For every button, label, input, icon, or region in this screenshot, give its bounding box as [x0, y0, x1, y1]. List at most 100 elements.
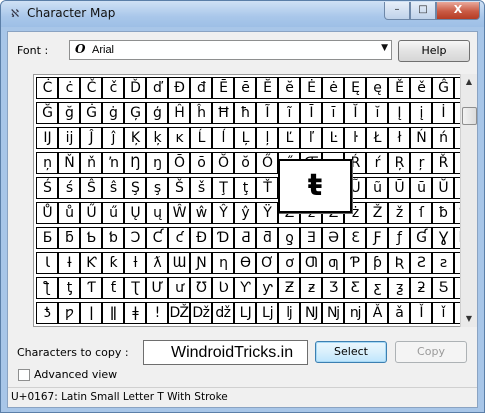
character-cell[interactable]: Ė	[300, 77, 322, 99]
character-cell[interactable]: Ǝ	[300, 227, 322, 249]
character-cell[interactable]: ƙ	[102, 252, 124, 274]
character-cell[interactable]: ű	[102, 202, 124, 224]
charmap-icon[interactable]: ℵ	[8, 7, 22, 21]
character-cell[interactable]: Ƹ	[344, 277, 366, 299]
character-cell[interactable]: ƒ	[388, 227, 410, 249]
character-cell[interactable]: ŷ	[234, 202, 256, 224]
character-cell[interactable]: Ō	[168, 152, 190, 174]
character-cell[interactable]: ǋ	[322, 302, 344, 324]
character-cell[interactable]: Ů	[36, 202, 58, 224]
character-cell[interactable]: Ď	[124, 77, 146, 99]
character-cell[interactable]: Ē	[212, 77, 234, 99]
character-cell[interactable]: ŕ	[366, 152, 388, 174]
character-cell[interactable]: Ɔ	[124, 227, 146, 249]
character-cell[interactable]: ŗ	[410, 152, 432, 174]
character-cell[interactable]: Ƭ	[80, 277, 102, 299]
character-cell[interactable]: Ě	[388, 77, 410, 99]
character-cell[interactable]: ę	[366, 77, 388, 99]
character-cell[interactable]: Ę	[344, 77, 366, 99]
character-cell[interactable]: ĳ	[58, 127, 80, 149]
character-cell[interactable]: Ŀ	[322, 127, 344, 149]
character-cell[interactable]: ľ	[300, 127, 322, 149]
character-cell[interactable]: ū	[410, 177, 432, 199]
character-cell[interactable]: ų	[146, 202, 168, 224]
character-cell[interactable]: ė	[322, 77, 344, 99]
character-cell[interactable]: Ǐ	[410, 302, 432, 324]
character-cell[interactable]: ō	[190, 152, 212, 174]
character-cell[interactable]: Ʀ	[388, 252, 410, 274]
character-cell[interactable]: ơ	[278, 252, 300, 274]
character-cell[interactable]: ů	[58, 202, 80, 224]
character-cell[interactable]: Ş	[124, 177, 146, 199]
character-cell[interactable]: ǈ	[256, 302, 278, 324]
character-cell[interactable]: ƨ	[432, 252, 454, 274]
character-cell[interactable]: Ŗ	[388, 152, 410, 174]
character-cell[interactable]: Ʋ	[212, 277, 234, 299]
character-cell[interactable]: ģ	[146, 102, 168, 124]
character-cell[interactable]: Ċ	[36, 77, 58, 99]
character-cell[interactable]: Ŝ	[80, 177, 102, 199]
character-cell[interactable]: Ƃ	[36, 227, 58, 249]
scroll-down-arrow-icon[interactable]: ▼	[461, 311, 477, 327]
character-cell[interactable]: đ	[190, 77, 212, 99]
character-cell[interactable]: Ƌ	[234, 227, 256, 249]
character-cell[interactable]: Ŵ	[168, 202, 190, 224]
character-cell[interactable]: Ĩ	[256, 102, 278, 124]
character-cell[interactable]: ƞ	[212, 252, 234, 274]
character-cell[interactable]: ţ	[234, 177, 256, 199]
character-cell[interactable]: š	[190, 177, 212, 199]
character-cell[interactable]: ƥ	[366, 252, 388, 274]
character-cell[interactable]: ǉ	[278, 302, 300, 324]
character-cell[interactable]: ƭ	[102, 277, 124, 299]
character-cell[interactable]: į	[410, 102, 432, 124]
character-cell[interactable]: ł	[388, 127, 410, 149]
character-cell[interactable]: ċ	[58, 77, 80, 99]
character-cell[interactable]: Ƥ	[344, 252, 366, 274]
character-cell[interactable]: Ư	[146, 277, 168, 299]
character-cell[interactable]: ƃ	[58, 227, 80, 249]
character-cell[interactable]: Ƣ	[300, 252, 322, 274]
character-cell[interactable]: ǀ	[80, 302, 102, 324]
character-cell[interactable]: Ŋ	[124, 152, 146, 174]
character-cell[interactable]: Ĭ	[344, 102, 366, 124]
character-cell[interactable]: Ų	[124, 202, 146, 224]
character-cell[interactable]: ƀ	[432, 202, 454, 224]
character-cell[interactable]: Ɣ	[432, 227, 454, 249]
character-cell[interactable]: ƈ	[168, 227, 190, 249]
character-cell[interactable]: ƹ	[366, 277, 388, 299]
character-cell[interactable]: ǁ	[102, 302, 124, 324]
character-cell[interactable]: Ƴ	[234, 277, 256, 299]
character-cell[interactable]: ƻ	[410, 277, 432, 299]
character-cell[interactable]: Ÿ	[256, 202, 278, 224]
character-cell[interactable]: Ə	[322, 227, 344, 249]
character-cell[interactable]: Ƨ	[410, 252, 432, 274]
character-cell[interactable]: ĩ	[278, 102, 300, 124]
character-cell[interactable]: Ł	[366, 127, 388, 149]
character-cell[interactable]: ũ	[366, 177, 388, 199]
character-cell[interactable]: ž	[388, 202, 410, 224]
character-cell[interactable]: ī	[322, 102, 344, 124]
character-cell[interactable]: Ġ	[80, 102, 102, 124]
character-cell[interactable]: Š	[168, 177, 190, 199]
character-cell[interactable]: Ľ	[278, 127, 300, 149]
character-cell[interactable]: ǆ	[212, 302, 234, 324]
character-cell[interactable]: ĕ	[278, 77, 300, 99]
scroll-up-arrow-icon[interactable]: ▲	[461, 74, 477, 90]
character-cell[interactable]: ƺ	[388, 277, 410, 299]
character-cell[interactable]: ņ	[36, 152, 58, 174]
character-cell[interactable]: Ő	[256, 152, 278, 174]
character-cell[interactable]: ğ	[58, 102, 80, 124]
character-cell[interactable]: ŀ	[344, 127, 366, 149]
character-cell[interactable]: ē	[234, 77, 256, 99]
character-cell[interactable]: ƶ	[300, 277, 322, 299]
character-cell[interactable]: Ʊ	[190, 277, 212, 299]
character-cell[interactable]: ĭ	[366, 102, 388, 124]
character-cell[interactable]: ƚ	[124, 252, 146, 274]
character-cell[interactable]: Ř	[432, 152, 454, 174]
character-cell[interactable]: Į	[388, 102, 410, 124]
chevron-down-icon[interactable]: ▼	[381, 43, 388, 53]
character-cell[interactable]: Ǆ	[168, 302, 190, 324]
character-cell[interactable]: Ť	[256, 177, 278, 199]
character-cell[interactable]: ƛ	[146, 252, 168, 274]
character-cell[interactable]: Ň	[58, 152, 80, 174]
